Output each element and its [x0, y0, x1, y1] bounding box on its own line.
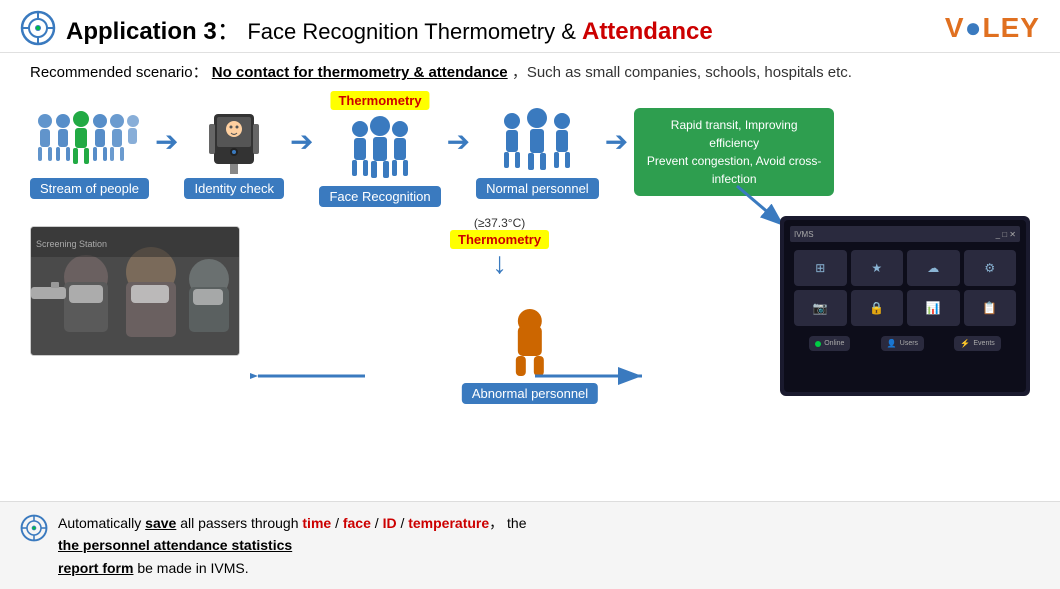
diagram-area: Stream of people ➔	[0, 86, 1060, 466]
ivms-icon-8: 📋	[964, 290, 1017, 326]
flow-step-2: Identity check	[184, 104, 284, 199]
colon: ：	[217, 18, 241, 45]
ivms-topbar-controls: _ □ ✕	[996, 230, 1016, 239]
ivms-led	[815, 341, 821, 347]
therm-condition-area: (≥37.3°C) Thermometry ↓	[450, 216, 549, 279]
ivms-icon-2: ★	[851, 250, 904, 286]
flow-step-4: Normal personnel	[476, 104, 599, 199]
ivms-icon-5: 📷	[794, 290, 847, 326]
slash3: /	[397, 515, 409, 531]
ivms-icon-4: ⚙	[964, 250, 1017, 286]
ivms-icon-grid: ⊞ ★ ☁ ⚙ 📷 🔒 📊 📋	[790, 246, 1020, 330]
people-stream-icon	[35, 104, 145, 174]
end-text: be made in IVMS.	[133, 560, 248, 576]
flow-step-3: Thermometry	[319, 96, 440, 207]
svg-text:Screening Station: Screening Station	[36, 239, 107, 249]
manual-reinspection-box: Screening Station Manual re-inspection	[30, 226, 240, 356]
logo: V●LEY	[945, 12, 1040, 44]
id-text: ID	[383, 515, 397, 531]
face-text: face	[343, 515, 371, 531]
report-text: report form	[58, 560, 133, 576]
identity-check-icon	[194, 104, 274, 174]
scenario-underline: No contact for thermometry & attendance	[212, 64, 508, 81]
comma-text: ， the	[489, 515, 526, 531]
temperature-text: temperature	[408, 515, 489, 531]
face-recognition-icon	[335, 112, 425, 182]
step3-label: Face Recognition	[319, 186, 440, 207]
photo-simulation: Screening Station	[31, 227, 240, 356]
subtitle-text: Face Recognition Thermometry &	[247, 19, 582, 44]
flow-top-row: Stream of people ➔	[30, 96, 1030, 207]
arrow-4: ➔	[605, 125, 628, 158]
ivms-topbar-text: IVMS	[794, 230, 814, 239]
arrow-to-ivms	[530, 361, 650, 396]
app-icon	[20, 10, 56, 46]
ivms-topbar: IVMS _ □ ✕	[790, 226, 1020, 242]
step4-label: Normal personnel	[476, 178, 599, 199]
therm-condition-text: (≥37.3°C)	[474, 216, 525, 230]
ivms-status-1: Online	[809, 336, 850, 351]
app-number: Application 3	[66, 18, 217, 45]
green-line1: Rapid transit, Improving efficiency	[646, 116, 822, 152]
step2-label: Identity check	[184, 178, 284, 199]
arrow-1: ➔	[155, 125, 178, 158]
bottom-icon	[20, 514, 48, 542]
normal-personnel-icon	[492, 104, 582, 174]
page-title: Application 3： Face Recognition Thermome…	[66, 11, 713, 46]
slash1: /	[331, 515, 343, 531]
ivms-icon-7: 📊	[907, 290, 960, 326]
bottom-section: Automatically save all passers through t…	[0, 501, 1060, 589]
auto-prefix: Automatically	[58, 515, 145, 531]
scenario-rest: ，Such as small companies, schools, hospi…	[512, 64, 852, 81]
time-text: time	[302, 515, 331, 531]
ivms-bottom-row: Online 👤 Users ⚡ Events	[790, 332, 1020, 355]
ivms-icon-1: ⊞	[794, 250, 847, 286]
stats-text: the personnel attendance statistics	[58, 537, 292, 553]
header: Application 3： Face Recognition Thermome…	[0, 0, 1060, 53]
ivms-icon-3: ☁	[907, 250, 960, 286]
ivms-inner: IVMS _ □ ✕ ⊞ ★ ☁ ⚙ 📷 🔒 📊 📋 Online 👤	[784, 220, 1026, 392]
arrow-down-1: ↓	[492, 249, 507, 279]
save-text: save	[145, 515, 176, 531]
step1-label: Stream of people	[30, 178, 149, 199]
ivms-box: IVMS _ □ ✕ ⊞ ★ ☁ ⚙ 📷 🔒 📊 📋 Online 👤	[780, 216, 1030, 396]
arrow-3: ➔	[447, 125, 470, 158]
arrow-2: ➔	[290, 125, 313, 158]
middle-text: all passers through	[176, 515, 302, 531]
bottom-description: Automatically save all passers through t…	[58, 512, 527, 579]
arrow-to-manual	[250, 361, 370, 396]
subtitle-highlight: Attendance	[582, 18, 713, 45]
slash2: /	[371, 515, 383, 531]
ivms-status-3: ⚡ Events	[954, 336, 1000, 351]
ivms-icon-6: 🔒	[851, 290, 904, 326]
ivms-status-2: 👤 Users	[881, 336, 924, 351]
flow-step-1: Stream of people	[30, 104, 149, 199]
thermometry-badge-top: Thermometry	[330, 91, 429, 110]
scenario-label: Recommended scenario：	[30, 64, 208, 81]
scenario-line: Recommended scenario： No contact for the…	[0, 53, 1060, 86]
